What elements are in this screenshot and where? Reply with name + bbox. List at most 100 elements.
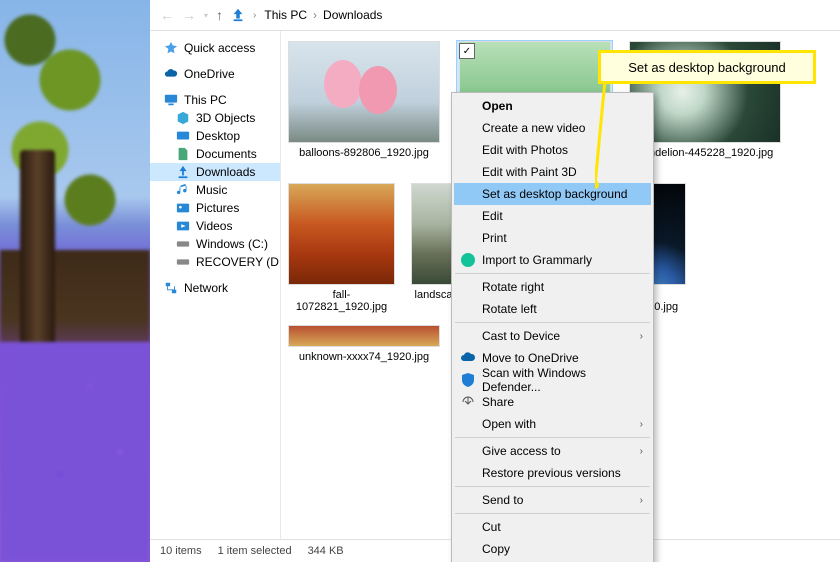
music-icon [176, 183, 190, 197]
nav-desktop[interactable]: Desktop [150, 127, 280, 145]
cloud-icon [460, 350, 476, 366]
nav-recovery-d[interactable]: RECOVERY (D:) [150, 253, 280, 271]
nav-onedrive[interactable]: OneDrive [150, 65, 280, 83]
file-item[interactable]: unknown-xxxx74_1920.jpg [289, 325, 439, 363]
nav-dropdown-button[interactable]: ▾ [204, 11, 208, 20]
nav-label: Quick access [184, 41, 255, 55]
file-thumbnail [288, 183, 395, 285]
breadcrumb[interactable]: This PC › Downloads [264, 8, 382, 22]
ctx-label: Import to Grammarly [482, 253, 592, 267]
status-size: 344 KB [308, 545, 344, 557]
file-item[interactable]: fall-1072821_1920.jpg [289, 183, 394, 313]
nav-network[interactable]: Network [150, 279, 280, 297]
ctx-label: Share [482, 395, 514, 409]
chevron-right-icon: › [640, 419, 643, 430]
nav-documents[interactable]: Documents [150, 145, 280, 163]
ctx-label: Give access to [482, 444, 561, 458]
ctx-label: Send to [482, 493, 523, 507]
annotation-callout: Set as desktop background [598, 50, 816, 84]
ctx-label: Rotate left [482, 302, 537, 316]
nav-back-button[interactable]: ← [160, 7, 174, 23]
share-icon [460, 394, 476, 410]
address-bar: ← → ▾ ↑ › This PC › Downloads [150, 0, 840, 31]
ctx-copy[interactable]: Copy [454, 538, 651, 560]
nav-label: Network [184, 281, 228, 295]
network-icon [164, 281, 178, 295]
nav-label: Documents [196, 147, 257, 161]
file-name: unknown-xxxx74_1920.jpg [299, 351, 429, 363]
file-name: balloons-892806_1920.jpg [299, 147, 429, 159]
nav-label: Downloads [196, 165, 255, 179]
breadcrumb-sep: › [253, 10, 256, 21]
ctx-separator [455, 486, 650, 487]
file-item[interactable]: balloons-892806_1920.jpg [289, 41, 439, 171]
file-thumbnail [288, 41, 440, 143]
ctx-label: Cut [482, 520, 501, 534]
nav-3d-objects[interactable]: 3D Objects [150, 109, 280, 127]
drive-icon [176, 237, 190, 251]
nav-forward-button[interactable]: → [182, 7, 196, 23]
ctx-restore[interactable]: Restore previous versions [454, 462, 651, 484]
nav-music[interactable]: Music [150, 181, 280, 199]
grammarly-icon [460, 252, 476, 268]
chevron-right-icon: › [640, 495, 643, 506]
ctx-rotate-right[interactable]: Rotate right [454, 276, 651, 298]
ctx-send-to[interactable]: Send to › [454, 489, 651, 511]
ctx-label: Print [482, 231, 507, 245]
ctx-separator [455, 437, 650, 438]
nav-pictures[interactable]: Pictures [150, 199, 280, 217]
nav-label: 3D Objects [196, 111, 255, 125]
videos-icon [176, 219, 190, 233]
cloud-icon [164, 67, 178, 81]
nav-label: Music [196, 183, 227, 197]
ctx-separator [455, 273, 650, 274]
ctx-print[interactable]: Print [454, 227, 651, 249]
document-icon [176, 147, 190, 161]
ctx-label: Edit with Paint 3D [482, 165, 577, 179]
ctx-label: Edit with Photos [482, 143, 568, 157]
chevron-right-icon: › [640, 331, 643, 342]
ctx-grammarly[interactable]: Import to Grammarly [454, 249, 651, 271]
nav-videos[interactable]: Videos [150, 217, 280, 235]
ctx-defender[interactable]: Scan with Windows Defender... [454, 369, 651, 391]
cube-icon [176, 111, 190, 125]
star-icon [164, 41, 178, 55]
shield-icon [460, 372, 476, 388]
ctx-share[interactable]: Share [454, 391, 651, 413]
ctx-separator [455, 322, 650, 323]
navigation-pane: Quick access OneDrive This PC 3D Objects [150, 31, 281, 539]
nav-label: Videos [196, 219, 232, 233]
nav-windows-c[interactable]: Windows (C:) [150, 235, 280, 253]
ctx-label: Move to OneDrive [482, 351, 579, 365]
ctx-cut[interactable]: Cut [454, 516, 651, 538]
ctx-label: Open [482, 99, 513, 113]
ctx-give-access[interactable]: Give access to› [454, 440, 651, 462]
downloads-icon [231, 8, 245, 22]
nav-this-pc[interactable]: This PC [150, 91, 280, 109]
breadcrumb-folder[interactable]: Downloads [323, 8, 382, 22]
annotation-arrow [595, 75, 715, 205]
downloads-icon [176, 165, 190, 179]
nav-label: This PC [184, 93, 227, 107]
ctx-label: Open with [482, 417, 536, 431]
ctx-label: Edit [482, 209, 503, 223]
ctx-cast[interactable]: Cast to Device› [454, 325, 651, 347]
ctx-label: Rotate right [482, 280, 544, 294]
desktop-wallpaper: ← → ▾ ↑ › This PC › Downloads Quick acce… [0, 0, 840, 562]
ctx-edit[interactable]: Edit [454, 205, 651, 227]
nav-label: OneDrive [184, 67, 235, 81]
nav-label: Pictures [196, 201, 239, 215]
monitor-icon [164, 93, 178, 107]
status-count: 10 items [160, 545, 202, 557]
desktop-icon [176, 129, 190, 143]
nav-quick-access[interactable]: Quick access [150, 39, 280, 57]
nav-downloads[interactable]: Downloads [150, 163, 280, 181]
nav-up-button[interactable]: ↑ [216, 7, 223, 23]
wallpaper-flowers [0, 342, 150, 562]
checkbox-icon[interactable]: ✓ [459, 43, 475, 59]
annotation-text: Set as desktop background [628, 60, 786, 75]
ctx-open-with[interactable]: Open with › [454, 413, 651, 435]
status-selection: 1 item selected [218, 545, 292, 557]
ctx-rotate-left[interactable]: Rotate left [454, 298, 651, 320]
breadcrumb-root[interactable]: This PC [264, 8, 307, 22]
